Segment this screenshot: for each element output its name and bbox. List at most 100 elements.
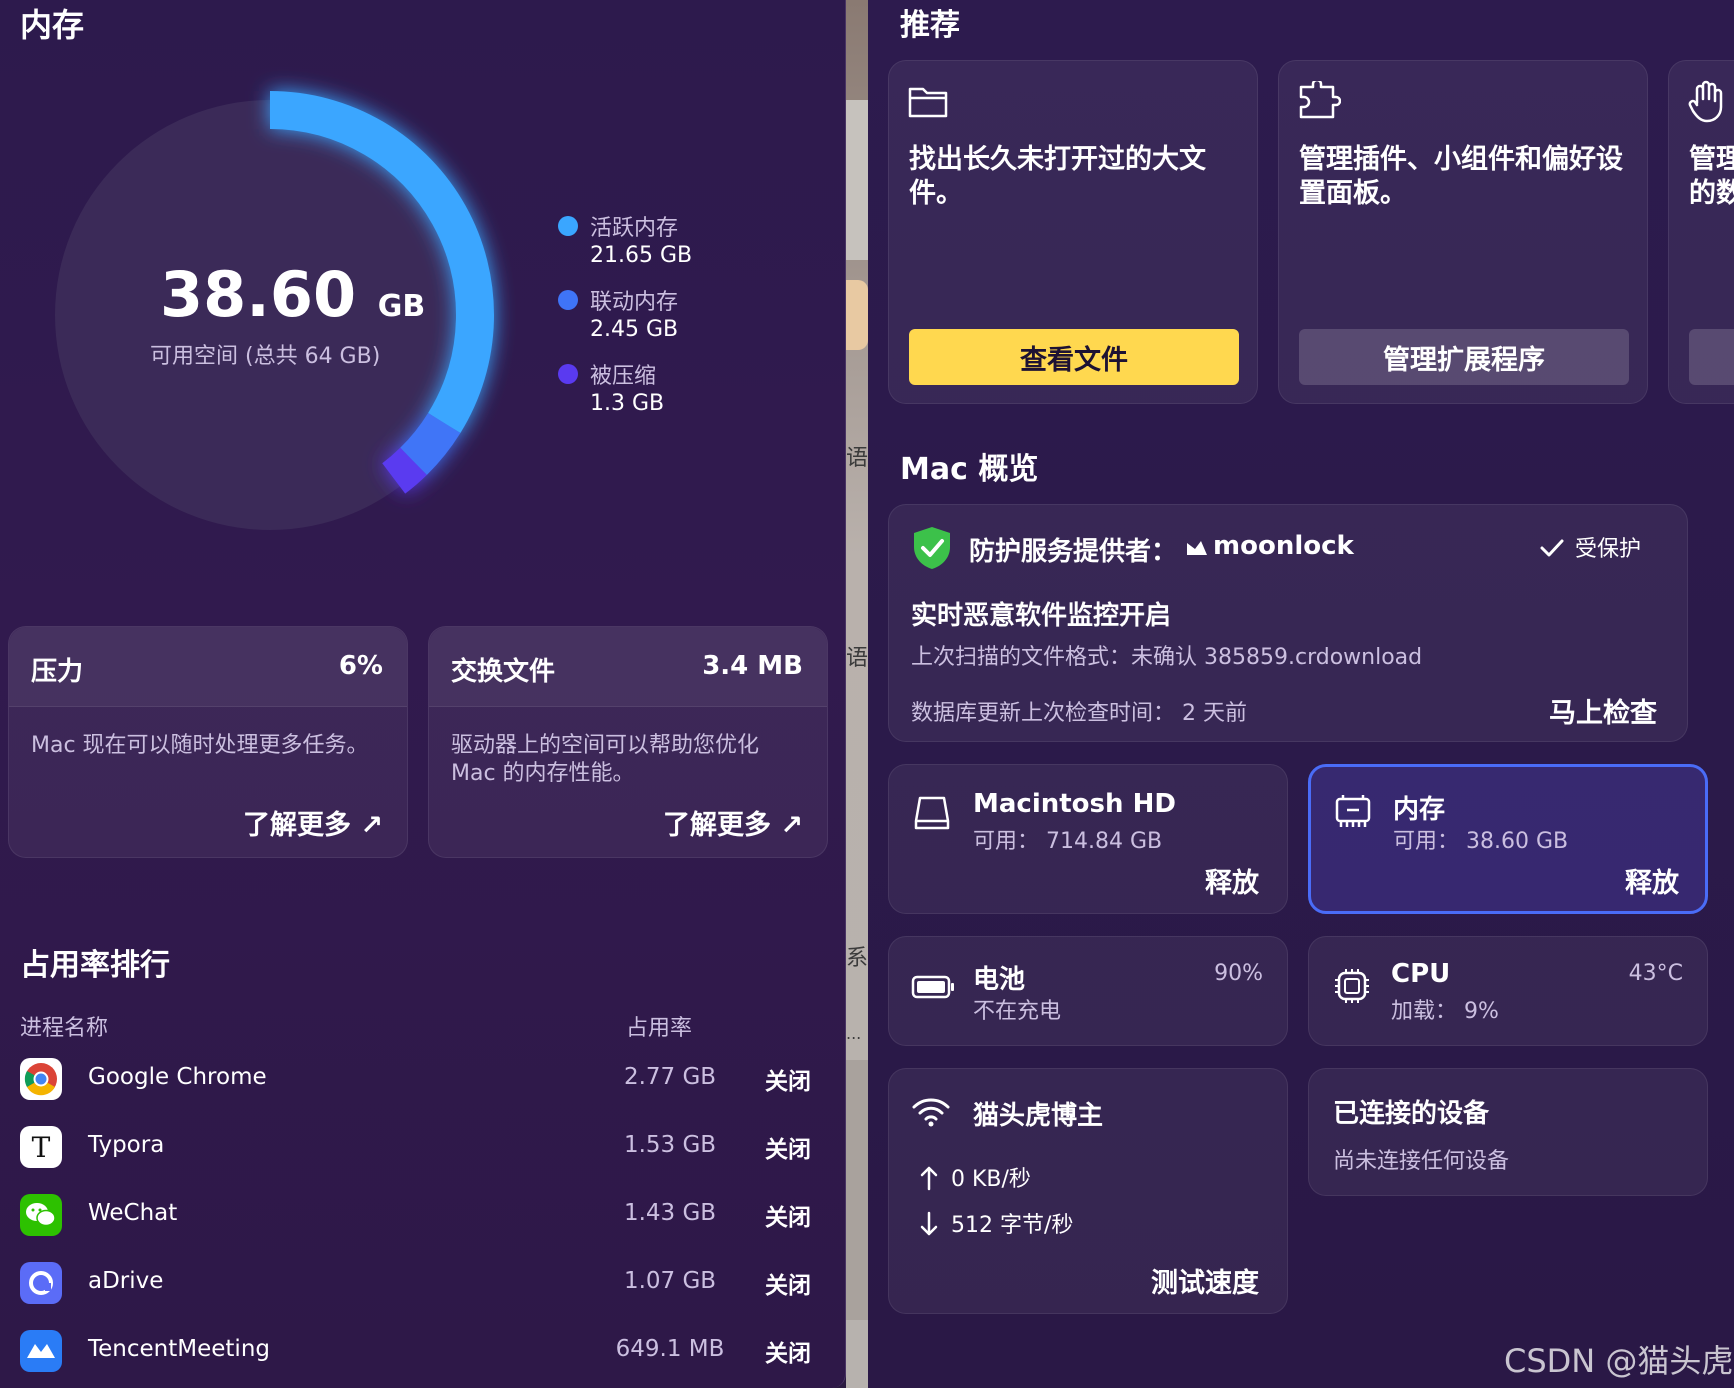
donut-segment-wired — [399, 412, 461, 475]
background-thumbnail-1 — [846, 100, 868, 260]
moonlock-logo-icon — [1187, 541, 1207, 555]
battery-percent: 90% — [1214, 961, 1263, 986]
col-header-usage: 占用率 — [626, 1016, 693, 1041]
available-number: 38.60 — [160, 258, 357, 331]
overview-title: Mac 概览 — [900, 452, 1039, 487]
recommend-card-partial: 管理 的数 — [1668, 60, 1734, 404]
memory-tile-free: 可用： 38.60 GB — [1393, 829, 1569, 854]
background-text: 语头 — [846, 646, 868, 671]
memory-tile[interactable]: 内存 可用： 38.60 GB 释放 — [1308, 764, 1708, 914]
watermark: CSDN @猫头虎 — [1504, 1342, 1734, 1380]
wechat-app-icon — [20, 1194, 62, 1236]
pressure-learn-more-link[interactable]: 了解更多 ↗ — [243, 803, 383, 842]
view-files-button[interactable]: 查看文件 — [909, 329, 1239, 385]
process-usage: 1.07 GB — [623, 1268, 717, 1294]
background-bar — [846, 1060, 868, 1320]
cpu-icon — [1335, 969, 1369, 1003]
battery-icon — [911, 975, 954, 999]
close-process-button[interactable]: 关闭 — [765, 1266, 811, 1300]
legend-dot-wired — [558, 290, 578, 310]
disk-free: 可用： 714.84 GB — [973, 829, 1163, 854]
network-name: 猫头虎博主 — [973, 1101, 1104, 1131]
legend-dot-compressed — [558, 364, 578, 384]
close-process-button[interactable]: 关闭 — [765, 1334, 811, 1368]
db-update-info: 数据库更新上次检查时间： 2 天前 — [911, 701, 1247, 726]
process-name: aDrive — [88, 1268, 164, 1294]
folder-icon — [908, 87, 948, 118]
background-text: 系 — [846, 946, 868, 971]
recommend-card-extensions: 管理插件、小组件和偏好设 置面板。 管理扩展程序 — [1278, 60, 1648, 404]
memory-chip-icon — [1335, 795, 1371, 827]
memory-panel: 内存 38.60 GB 可用空间 (总共 64 GB) 活跃内存 21.65 G… — [0, 0, 846, 1388]
process-name: Google Chrome — [88, 1064, 267, 1090]
cpu-tile: CPU 加载： 9% 43°C — [1308, 936, 1708, 1046]
background-text: 语? — [846, 446, 868, 471]
cpu-temperature: 43°C — [1628, 961, 1683, 986]
battery-title: 电池 — [973, 965, 1026, 995]
memory-free-up-button[interactable]: 释放 — [1625, 861, 1679, 900]
swap-learn-more-link[interactable]: 了解更多 ↗ — [663, 803, 803, 842]
download-speed: 512 字节/秒 — [951, 1213, 1074, 1238]
table-row: aDrive 1.07 GB 关闭 — [20, 1256, 820, 1316]
col-header-name: 进程名称 — [20, 1016, 109, 1041]
upload-speed: 0 KB/秒 — [951, 1167, 1031, 1192]
recommend-partial-button[interactable] — [1689, 329, 1734, 385]
disk-icon — [914, 796, 950, 830]
puzzle-icon — [1299, 81, 1341, 119]
battery-status: 不在充电 — [973, 999, 1062, 1024]
cpu-load: 加载： 9% — [1391, 999, 1499, 1024]
donut-segment-compressed — [382, 447, 427, 494]
ranking-title: 占用率排行 — [20, 948, 170, 983]
battery-tile: 电池 不在充电 90% — [888, 936, 1288, 1046]
process-usage: 649.1 MB — [615, 1336, 725, 1362]
disk-free-up-button[interactable]: 释放 — [1205, 861, 1259, 900]
process-name: Typora — [88, 1132, 165, 1158]
close-process-button[interactable]: 关闭 — [765, 1062, 811, 1096]
swap-desc-line2: Mac 的内存性能。 — [451, 761, 635, 786]
shield-check-icon — [914, 527, 950, 569]
protection-card: 防护服务提供者： moonlock 受保护 实时恶意软件监控开启 上次扫描的文件… — [888, 504, 1688, 742]
process-name: WeChat — [88, 1200, 178, 1226]
available-value: 38.60 GB — [160, 258, 425, 331]
test-speed-button[interactable]: 测试速度 — [1151, 1261, 1259, 1300]
chrome-app-icon — [20, 1058, 62, 1100]
recommend-text-line2: 件。 — [909, 178, 963, 209]
swap-value: 3.4 MB — [702, 651, 803, 681]
process-name: TencentMeeting — [88, 1336, 270, 1362]
last-scan-info: 上次扫描的文件格式：未确认 385859.crdownload — [911, 645, 1423, 670]
check-icon — [1540, 539, 1564, 557]
close-process-button[interactable]: 关闭 — [765, 1130, 811, 1164]
check-now-button[interactable]: 马上检查 — [1549, 691, 1657, 730]
download-arrow-icon — [920, 1211, 938, 1236]
adrive-app-icon — [20, 1262, 62, 1304]
wifi-icon — [912, 1098, 950, 1127]
pressure-title: 压力 — [31, 657, 84, 687]
background-text: ... — [846, 1024, 862, 1043]
cpu-title: CPU — [1391, 959, 1451, 989]
legend-label: 联动内存 — [590, 290, 679, 315]
swap-card: 交换文件 3.4 MB 驱动器上的空间可以帮助您优化 Mac 的内存性能。 了解… — [428, 626, 828, 858]
legend-value: 2.45 GB — [590, 317, 679, 342]
memory-tile-title: 内存 — [1393, 795, 1446, 825]
pressure-card: 压力 6% Mac 现在可以随时处理更多任务。 了解更多 ↗ — [8, 626, 408, 858]
monitor-status: 实时恶意软件监控开启 — [911, 601, 1172, 631]
devices-title: 已连接的设备 — [1333, 1099, 1490, 1129]
disk-tile: Macintosh HD 可用： 714.84 GB 释放 — [888, 764, 1288, 914]
hand-icon — [1688, 80, 1723, 123]
swap-title: 交换文件 — [451, 657, 556, 687]
available-label: 可用空间 (总共 64 GB) — [150, 344, 381, 369]
legend-value: 1.3 GB — [590, 391, 665, 416]
table-row: T Typora 1.53 GB 关闭 — [20, 1120, 820, 1180]
typora-app-icon: T — [20, 1126, 62, 1168]
network-tile: 猫头虎博主 0 KB/秒 512 字节/秒 测试速度 — [888, 1068, 1288, 1314]
disk-title: Macintosh HD — [973, 789, 1176, 819]
recommend-card-large-files: 找出长久未打开过的大文 件。 查看文件 — [888, 60, 1258, 404]
protection-status: 受保护 — [1575, 537, 1642, 562]
close-process-button[interactable]: 关闭 — [765, 1198, 811, 1232]
table-row: WeChat 1.43 GB 关闭 — [20, 1188, 820, 1248]
background-thumbnail-2 — [846, 280, 868, 350]
table-row: Google Chrome 2.77 GB 关闭 — [20, 1052, 820, 1112]
provider-label: 防护服务提供者： — [969, 537, 1178, 567]
legend-dot-active — [558, 216, 578, 236]
manage-extensions-button[interactable]: 管理扩展程序 — [1299, 329, 1629, 385]
